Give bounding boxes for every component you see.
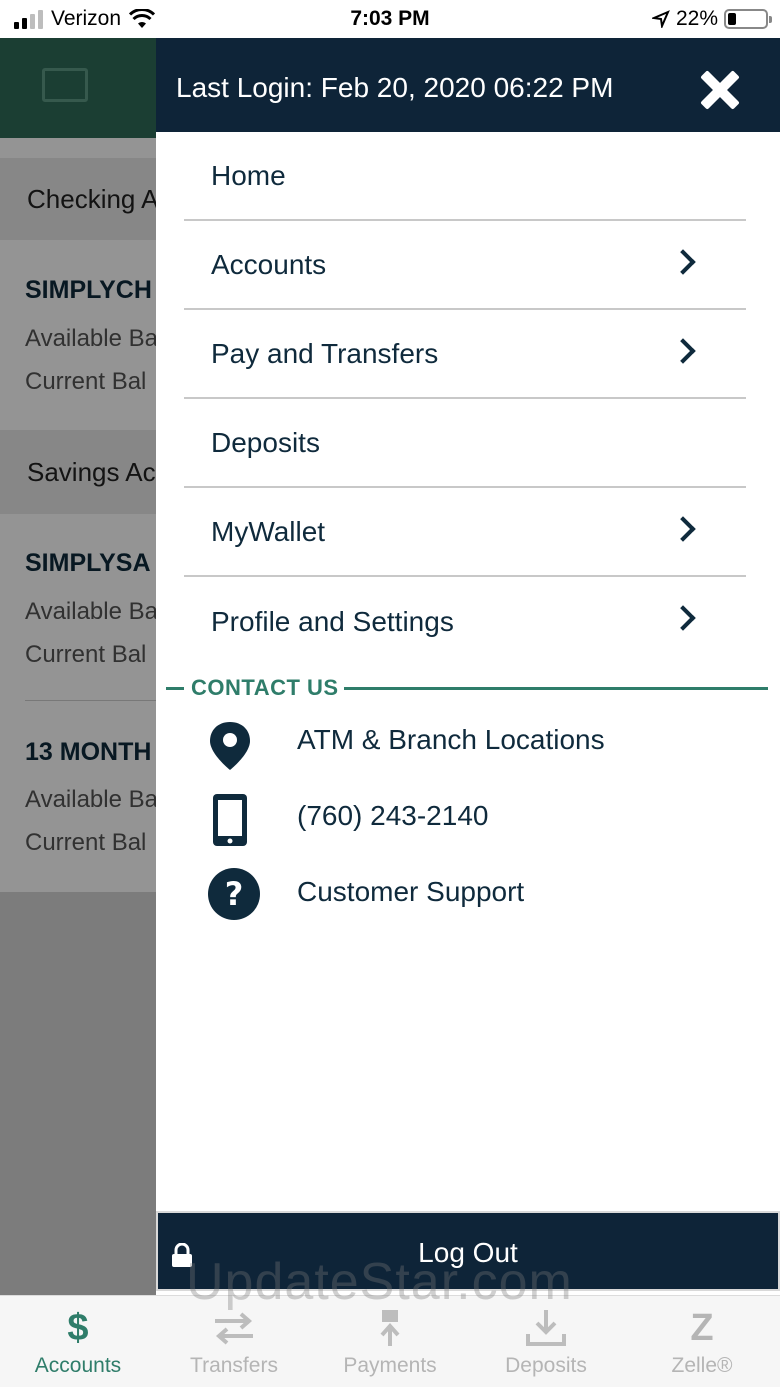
chevron-right-icon	[670, 338, 696, 364]
contact-atm-branch-locations[interactable]: ATM & Branch Locations	[156, 706, 780, 776]
contact-us-label: CONTACT US	[191, 675, 339, 700]
menu-item-label: Accounts	[211, 248, 327, 280]
close-icon[interactable]	[700, 70, 740, 110]
menu-item-label: Deposits	[211, 426, 320, 458]
battery-icon	[724, 9, 772, 29]
menu-item-label: Profile and Settings	[211, 605, 454, 637]
payment-icon	[380, 1310, 400, 1346]
menu-item-mywallet[interactable]: MyWallet	[184, 488, 746, 577]
tab-label: Accounts	[34, 1354, 122, 1377]
menu-item-label: Pay and Transfers	[211, 337, 439, 369]
watermark: UpdateStar.com	[186, 1253, 573, 1311]
tab-label: Deposits	[505, 1354, 587, 1377]
chevron-right-icon	[670, 249, 696, 275]
location-arrow-icon	[651, 10, 670, 28]
drawer-header: Last Login: Feb 20, 2020 06:22 PM	[156, 38, 780, 132]
chevron-right-icon	[670, 516, 696, 542]
drawer-menu: Home Accounts Pay and Transfers Deposits…	[184, 132, 746, 666]
svg-text:?: ?	[225, 875, 244, 913]
contact-phone[interactable]: (760) 243-2140	[156, 782, 780, 852]
contact-label: Customer Support	[297, 876, 525, 907]
contact-customer-support[interactable]: ? Customer Support	[156, 858, 780, 928]
question-icon: ?	[208, 868, 260, 920]
phone-icon	[213, 794, 247, 846]
status-bar: Verizon 7:03 PM 22%	[0, 0, 780, 38]
tab-label: Zelle®	[671, 1354, 733, 1377]
menu-item-label: MyWallet	[211, 515, 326, 547]
tab-accounts[interactable]: $ Accounts	[0, 1296, 156, 1387]
transfer-icon	[215, 1312, 253, 1345]
tab-label: Transfers	[190, 1354, 278, 1377]
menu-item-pay-and-transfers[interactable]: Pay and Transfers	[184, 310, 746, 399]
contact-label: (760) 243-2140	[297, 800, 489, 831]
menu-item-home[interactable]: Home	[184, 132, 746, 221]
menu-item-label: Home	[211, 159, 286, 191]
navigation-drawer: Last Login: Feb 20, 2020 06:22 PM Home A…	[156, 38, 780, 1295]
menu-item-deposits[interactable]: Deposits	[184, 399, 746, 488]
zelle-icon: Z	[690, 1307, 714, 1349]
contact-label: ATM & Branch Locations	[297, 724, 605, 755]
dollar-icon: $	[67, 1307, 89, 1349]
last-login-text: Last Login: Feb 20, 2020 06:22 PM	[176, 72, 614, 103]
chevron-right-icon	[670, 605, 696, 631]
map-pin-icon	[210, 722, 250, 770]
menu-item-profile-and-settings[interactable]: Profile and Settings	[184, 577, 746, 666]
contact-us-heading: CONTACT US	[166, 675, 768, 701]
deposit-icon	[526, 1310, 566, 1346]
battery-percent: 22%	[675, 7, 718, 30]
tab-zelle[interactable]: Z Zelle®	[624, 1296, 780, 1387]
menu-item-accounts[interactable]: Accounts	[184, 221, 746, 310]
tab-label: Payments	[343, 1354, 437, 1377]
